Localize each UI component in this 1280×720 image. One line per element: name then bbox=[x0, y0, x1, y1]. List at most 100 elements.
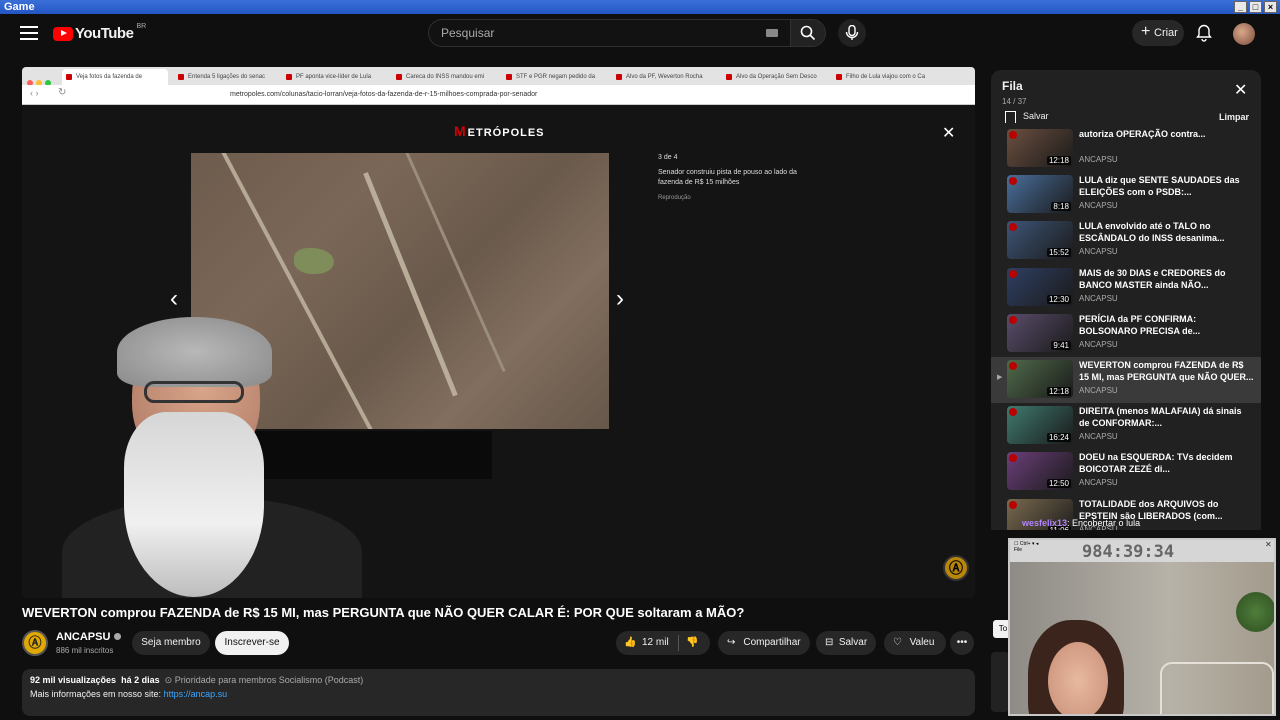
channel-name[interactable]: ANCAPSU bbox=[56, 631, 121, 643]
queue-item[interactable]: ▶ 12:18 WEVERTON comprou FAZENDA de R$ 15 … bbox=[991, 357, 1261, 403]
more-actions-button[interactable]: ••• bbox=[950, 631, 974, 655]
search-input[interactable]: Pesquisar bbox=[428, 19, 790, 47]
queue-clear-button[interactable]: Limpar bbox=[1219, 112, 1249, 122]
thanks-label: Valeu bbox=[909, 637, 935, 648]
hammer-sickle-icon bbox=[1009, 408, 1017, 417]
video-duration: 9:41 bbox=[1051, 340, 1071, 350]
queue-item[interactable]: 12:50 DOEU na ESQUERDA: TVs decidem BOICO… bbox=[991, 449, 1261, 495]
hammer-sickle-icon bbox=[1009, 500, 1017, 509]
like-dislike-group: 👍 12 mil 👎 bbox=[616, 631, 710, 655]
video-duration: 12:18 bbox=[1046, 156, 1071, 165]
queue-item-channel: ANCAPSU bbox=[1079, 293, 1118, 303]
description-box[interactable]: 92 mil visualizações há 2 dias ⊙ Priorid… bbox=[22, 669, 975, 716]
logo-text: YouTube bbox=[75, 25, 134, 42]
timer-close-icon: ✕ bbox=[1265, 540, 1272, 549]
video-title: WEVERTON comprou FAZENDA de R$ 15 MI, ma… bbox=[22, 605, 745, 620]
queue-item-title[interactable]: WEVERTON comprou FAZENDA de R$ 15 MI, ma… bbox=[1079, 359, 1254, 383]
queue-thumbnail[interactable]: 16:24 bbox=[1007, 406, 1073, 445]
browser-tab: Alvo da Operação Sem Desco bbox=[722, 69, 824, 85]
hammer-sickle-icon bbox=[1009, 131, 1017, 139]
queue-item-channel: ANCAPSU bbox=[1079, 432, 1118, 442]
search-button[interactable] bbox=[790, 19, 826, 47]
gallery-credit: Reprodução bbox=[658, 195, 691, 201]
subscribe-button[interactable]: Inscrever-se bbox=[215, 631, 289, 655]
queue-item[interactable]: 8:18 LULA diz que SENTE SAUDADES das ELEI… bbox=[991, 172, 1261, 218]
microphone-button[interactable] bbox=[838, 19, 866, 47]
metropoles-logo: METRÓPOLES bbox=[454, 123, 545, 139]
user-avatar[interactable] bbox=[1233, 23, 1255, 45]
queue-item[interactable]: 15:52 LULA envolvido até o TALO no ESCÂND… bbox=[991, 218, 1261, 264]
hammer-sickle-icon bbox=[1009, 315, 1017, 324]
channel-avatar[interactable]: Ⓐ bbox=[22, 630, 48, 656]
hammer-sickle-icon bbox=[1009, 223, 1017, 232]
timer-menu: ☐ Ctrl+ ▾ ◂ File bbox=[1014, 541, 1039, 553]
queue-item[interactable]: 12:30 MAIS de 30 DIAS e CREDORES do BANCO… bbox=[991, 265, 1261, 311]
menu-icon[interactable] bbox=[20, 26, 38, 40]
like-icon[interactable]: 👍 bbox=[624, 631, 636, 655]
notifications-bell-icon[interactable] bbox=[1196, 24, 1212, 42]
queue-save-button[interactable]: Salvar bbox=[1005, 111, 1049, 123]
browser-url-bar: ‹ › ↻ metropoles.com/colunas/tacio-lorra… bbox=[22, 85, 975, 105]
queue-item-channel: ANCAPSU bbox=[1079, 247, 1118, 257]
streamer-face bbox=[1048, 642, 1108, 714]
webcam-overlay: ☐ Ctrl+ ▾ ◂ File 984:39:34 ✕ bbox=[1008, 538, 1276, 716]
plant bbox=[1236, 592, 1274, 632]
queue-item[interactable]: 12:18 autoriza OPERAÇÃO contra... ANCAPSU bbox=[991, 126, 1261, 172]
queue-thumbnail[interactable]: 15:52 bbox=[1007, 221, 1073, 260]
queue-thumbnail[interactable]: 9:41 bbox=[1007, 313, 1073, 352]
queue-item-title[interactable]: LULA diz que SENTE SAUDADES das ELEIÇÕES… bbox=[1079, 174, 1254, 198]
queue-item-title[interactable]: MAIS de 30 DIAS e CREDORES do BANCO MAST… bbox=[1079, 267, 1254, 291]
chat-text: : Encobertar o lula bbox=[1067, 518, 1141, 528]
browser-tab: STF e PGR negam pedido da bbox=[502, 69, 604, 85]
dislike-icon[interactable]: 👎 bbox=[686, 631, 698, 655]
gallery-close-icon: ✕ bbox=[942, 125, 956, 142]
close-queue-icon[interactable]: ✕ bbox=[1234, 80, 1247, 100]
thanks-icon: ♡ bbox=[893, 637, 902, 648]
reload-icon: ↻ bbox=[58, 87, 67, 98]
share-button[interactable]: ↪ Compartilhar bbox=[718, 631, 810, 655]
queue-item-channel: ANCAPSU bbox=[1079, 201, 1118, 211]
youtube-logo[interactable]: YouTube BR bbox=[53, 23, 146, 42]
gallery-counter: 3 de 4 bbox=[658, 154, 678, 161]
queue-item-title[interactable]: PERÍCIA da PF CONFIRMA: BOLSONARO PRECIS… bbox=[1079, 313, 1254, 337]
minimize-icon[interactable]: _ bbox=[1234, 1, 1247, 13]
keyboard-icon[interactable] bbox=[766, 29, 778, 37]
video-player[interactable]: Veja fotos da fazenda de Entenda 5 ligaç… bbox=[22, 67, 975, 598]
channel-watermark-icon[interactable]: Ⓐ bbox=[943, 555, 969, 581]
upload-age: há 2 dias bbox=[121, 675, 160, 685]
more-info-text: Mais informações em nosso site: bbox=[30, 689, 162, 699]
thanks-button[interactable]: ♡ Valeu bbox=[884, 631, 946, 655]
window-title: Game bbox=[4, 1, 35, 13]
join-button[interactable]: Seja membro bbox=[132, 631, 210, 655]
queue-item-channel: ANCAPSU bbox=[1079, 155, 1118, 164]
maximize-icon[interactable]: □ bbox=[1249, 1, 1262, 13]
share-label: Compartilhar bbox=[743, 637, 801, 648]
save-button[interactable]: ⊟ Salvar bbox=[816, 631, 876, 655]
more-horizontal-icon: ••• bbox=[956, 637, 968, 648]
like-count[interactable]: 12 mil bbox=[642, 631, 669, 655]
queue-thumbnail[interactable]: 12:30 bbox=[1007, 267, 1073, 306]
browser-tab: Filho de Lula viajou com o Ca bbox=[832, 69, 942, 85]
queue-item-title[interactable]: autoriza OPERAÇÃO contra... bbox=[1079, 128, 1254, 140]
website-link[interactable]: https://ancap.su bbox=[164, 689, 228, 699]
queue-thumbnail[interactable]: 12:50 bbox=[1007, 452, 1073, 491]
queue-item[interactable]: 16:24 DIREITA (menos MALAFAIA) dá sinais … bbox=[991, 403, 1261, 449]
queue-thumbnail[interactable]: 12:18 bbox=[1007, 129, 1073, 167]
video-duration: 8:18 bbox=[1051, 202, 1071, 212]
stream-timer: 984:39:34 bbox=[1082, 542, 1175, 562]
video-duration: 16:24 bbox=[1046, 433, 1071, 443]
create-button[interactable]: Criar bbox=[1132, 19, 1184, 46]
close-window-icon[interactable]: × bbox=[1264, 1, 1277, 13]
queue-item-title[interactable]: DOEU na ESQUERDA: TVs decidem BOICOTAR Z… bbox=[1079, 451, 1254, 475]
queue-item[interactable]: 9:41 PERÍCIA da PF CONFIRMA: BOLSONARO PR… bbox=[991, 311, 1261, 357]
members-priority-icon: ⊙ bbox=[164, 675, 173, 685]
queue-thumbnail[interactable]: 8:18 bbox=[1007, 175, 1073, 214]
gallery-next-arrow-icon: › bbox=[616, 285, 624, 312]
back-arrow-icon: ‹ › bbox=[30, 88, 39, 98]
share-icon: ↪ bbox=[727, 637, 736, 648]
presenter-webcam-overlay bbox=[62, 317, 362, 598]
queue-item-title[interactable]: LULA envolvido até o TALO no ESCÂNDALO d… bbox=[1079, 220, 1254, 244]
queue-thumbnail[interactable]: 12:18 bbox=[1007, 360, 1073, 398]
queue-item-title[interactable]: DIREITA (menos MALAFAIA) dá sinais de CO… bbox=[1079, 405, 1254, 429]
save-label: Salvar bbox=[838, 637, 868, 648]
